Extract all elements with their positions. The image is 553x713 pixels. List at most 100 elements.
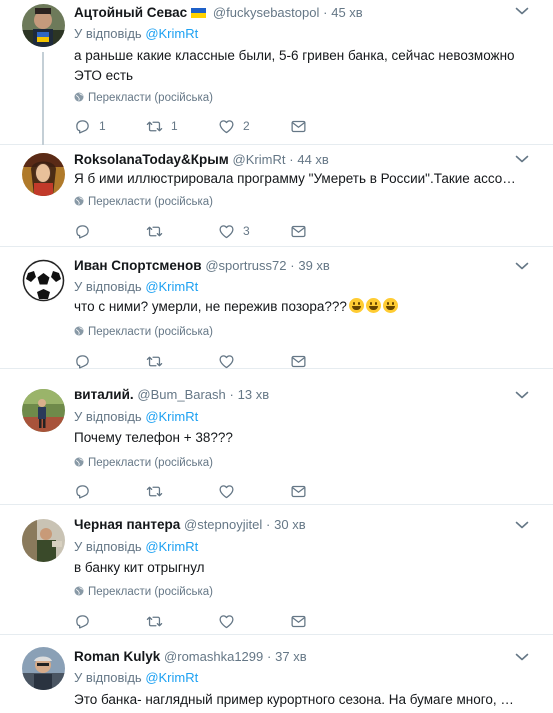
user-handle[interactable]: @stepnoyjitel bbox=[184, 517, 262, 532]
reply-icon bbox=[74, 483, 91, 500]
reply-context: У відповідь @KrimRt bbox=[74, 409, 198, 424]
reply-context: У відповідь @KrimRt bbox=[74, 279, 198, 294]
like-button[interactable]: 2 bbox=[218, 116, 250, 136]
separator-dot: · bbox=[323, 5, 328, 20]
user-handle[interactable]: @romashka1299 bbox=[164, 649, 263, 664]
tweet-header: виталий. @Bum_Barash · 13 хв bbox=[74, 386, 269, 404]
timestamp[interactable]: 37 хв bbox=[275, 649, 306, 664]
user-handle[interactable]: @sportruss72 bbox=[205, 258, 286, 273]
translate-link[interactable]: Перекласти (російська) bbox=[74, 586, 213, 598]
chevron-down-icon[interactable] bbox=[515, 6, 529, 16]
direct-message-button[interactable] bbox=[290, 221, 307, 241]
translate-link[interactable]: Перекласти (російська) bbox=[74, 196, 213, 208]
reply-to-link[interactable]: @KrimRt bbox=[145, 670, 198, 685]
retweet-icon bbox=[146, 118, 163, 135]
retweet-icon bbox=[146, 613, 163, 630]
reply-icon bbox=[74, 118, 91, 135]
tweet-item[interactable]: RoksolanaToday&Крым @KrimRt · 44 хв Я б … bbox=[0, 145, 553, 247]
user-name[interactable]: Черная пантера bbox=[74, 517, 180, 532]
reply-button[interactable] bbox=[74, 481, 91, 501]
translate-link[interactable]: Перекласти (російська) bbox=[74, 326, 213, 338]
user-name[interactable]: Roman Kulyk bbox=[74, 649, 160, 664]
reply-to-link[interactable]: @KrimRt bbox=[145, 279, 198, 294]
ukraine-flag-icon bbox=[191, 8, 207, 18]
retweet-icon bbox=[146, 483, 163, 500]
grinning-face-emoji bbox=[348, 298, 364, 313]
direct-message-button[interactable] bbox=[290, 611, 307, 631]
envelope-icon bbox=[290, 353, 307, 370]
avatar[interactable] bbox=[22, 647, 65, 690]
translate-label: Перекласти (російська) bbox=[88, 196, 213, 208]
tweet-text: в банку кит отрыгнул bbox=[74, 560, 205, 575]
timestamp[interactable]: 44 хв bbox=[297, 152, 328, 167]
reply-to-link[interactable]: @KrimRt bbox=[145, 539, 198, 554]
direct-message-button[interactable] bbox=[290, 351, 307, 371]
direct-message-button[interactable] bbox=[290, 481, 307, 501]
retweet-icon bbox=[146, 353, 163, 370]
user-name[interactable]: RoksolanaToday&Крым bbox=[74, 152, 229, 167]
reply-button[interactable] bbox=[74, 611, 91, 631]
translate-link[interactable]: Перекласти (російська) bbox=[74, 457, 213, 469]
translate-label: Перекласти (російська) bbox=[88, 586, 213, 598]
chevron-down-icon[interactable] bbox=[515, 390, 529, 400]
user-handle[interactable]: @fuckysebastopol bbox=[213, 5, 319, 20]
tweet-text: что с ними? умерли, не пережив позора??? bbox=[74, 297, 519, 317]
avatar[interactable] bbox=[22, 4, 65, 47]
like-button[interactable] bbox=[218, 481, 235, 501]
tweet-item[interactable]: виталий. @Bum_Barash · 13 хв У відповідь… bbox=[0, 369, 553, 505]
timestamp[interactable]: 13 хв bbox=[238, 387, 269, 402]
like-button[interactable] bbox=[218, 351, 235, 371]
reply-prefix: У відповідь bbox=[74, 670, 142, 685]
avatar[interactable] bbox=[22, 153, 65, 196]
like-button[interactable] bbox=[218, 611, 235, 631]
chevron-down-icon[interactable] bbox=[515, 520, 529, 530]
retweet-button[interactable] bbox=[146, 221, 171, 241]
tweet-header: Черная пантера @stepnoyjitel · 30 хв bbox=[74, 516, 306, 534]
envelope-icon bbox=[290, 223, 307, 240]
thread-line bbox=[42, 52, 44, 145]
like-button[interactable]: 3 bbox=[218, 221, 250, 241]
tweet-item[interactable]: Ацтойный Севас @fuckysebastopol · 45 хв … bbox=[0, 0, 553, 145]
retweet-button[interactable]: 1 bbox=[146, 116, 178, 136]
timestamp[interactable]: 30 хв bbox=[274, 517, 305, 532]
separator-dot: · bbox=[267, 649, 272, 664]
user-name[interactable]: Ацтойный Севас bbox=[74, 5, 187, 20]
user-handle[interactable]: @KrimRt bbox=[233, 152, 286, 167]
retweet-icon bbox=[146, 223, 163, 240]
tweet-item[interactable]: Roman Kulyk @romashka1299 · 37 хв У відп… bbox=[0, 635, 553, 713]
separator-dot: · bbox=[290, 258, 295, 273]
tweet-header: Roman Kulyk @romashka1299 · 37 хв bbox=[74, 648, 307, 666]
retweet-button[interactable] bbox=[146, 351, 163, 371]
retweet-button[interactable] bbox=[146, 481, 163, 501]
user-name[interactable]: виталий. bbox=[74, 387, 134, 402]
globe-icon bbox=[74, 196, 84, 206]
reply-to-link[interactable]: @KrimRt bbox=[145, 409, 198, 424]
like-count: 3 bbox=[243, 224, 250, 238]
avatar[interactable] bbox=[22, 259, 65, 302]
chevron-down-icon[interactable] bbox=[515, 154, 529, 164]
tweet-text: Я б ими иллюстрировала программу "Умерет… bbox=[74, 171, 519, 186]
avatar[interactable] bbox=[22, 519, 65, 562]
tweet-text: Почему телефон + 38??? bbox=[74, 430, 233, 445]
translate-link[interactable]: Перекласти (російська) bbox=[74, 92, 213, 104]
reply-button[interactable] bbox=[74, 221, 99, 241]
timestamp[interactable]: 45 хв bbox=[331, 5, 362, 20]
reply-button[interactable]: 1 bbox=[74, 116, 106, 136]
tweet-item[interactable]: Черная пантера @stepnoyjitel · 30 хв У в… bbox=[0, 505, 553, 635]
timestamp[interactable]: 39 хв bbox=[298, 258, 329, 273]
reply-prefix: У відповідь bbox=[74, 279, 142, 294]
avatar[interactable] bbox=[22, 389, 65, 432]
separator-dot: · bbox=[229, 387, 234, 402]
chevron-down-icon[interactable] bbox=[515, 652, 529, 662]
direct-message-button[interactable] bbox=[290, 116, 307, 136]
reply-button[interactable] bbox=[74, 351, 91, 371]
tweet-item[interactable]: Иван Спортсменов @sportruss72 · 39 хв У … bbox=[0, 247, 553, 369]
reply-count: 1 bbox=[99, 119, 106, 133]
globe-icon bbox=[74, 457, 84, 467]
grinning-face-emoji bbox=[382, 298, 398, 313]
user-name[interactable]: Иван Спортсменов bbox=[74, 258, 202, 273]
retweet-button[interactable] bbox=[146, 611, 163, 631]
reply-to-link[interactable]: @KrimRt bbox=[145, 26, 198, 41]
user-handle[interactable]: @Bum_Barash bbox=[137, 387, 225, 402]
chevron-down-icon[interactable] bbox=[515, 261, 529, 271]
